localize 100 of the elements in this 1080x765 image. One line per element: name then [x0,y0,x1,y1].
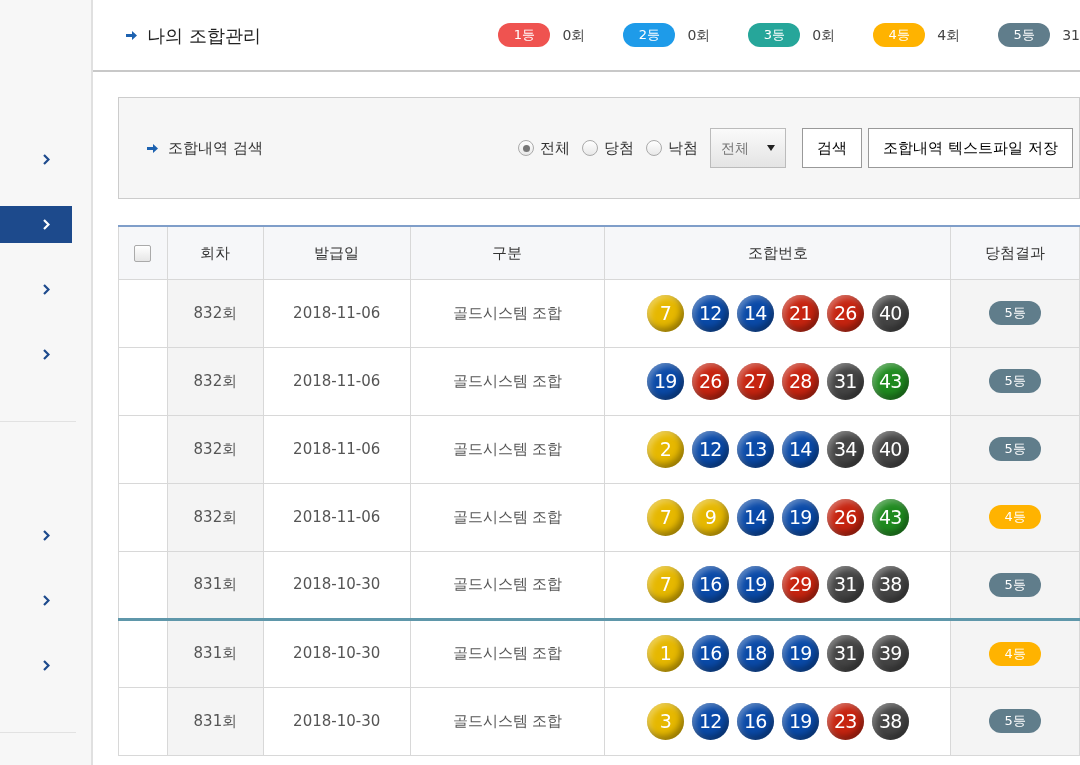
number-ball: 40 [871,430,909,468]
number-ball: 16 [691,635,729,672]
select-dropdown[interactable]: 전체 [710,128,787,168]
radio-button[interactable] [518,140,535,156]
number-ball: 16 [691,566,729,603]
column-header: 회차 [167,226,264,279]
result-badge: 5등 [989,572,1042,597]
caret-down-icon [767,145,776,151]
number-ball: 14 [736,294,774,332]
number-ball: 38 [871,566,909,603]
table-cell: 골드시스템 조합 [410,619,605,687]
table-cell: 832회 [167,279,264,347]
number-ball: 19 [736,566,774,603]
number-ball: 34 [826,430,864,468]
column-header: 발급일 [263,226,411,279]
number-ball: 19 [781,635,819,672]
result-badge: 4등 [989,641,1042,666]
arrow-right-icon [126,30,137,40]
number-ball: 31 [826,635,864,672]
number-ball: 28 [781,362,819,400]
rank-count: 4회 [937,25,961,45]
chevron-right-icon [43,284,50,295]
chevron-right-icon [43,349,50,360]
result-badge: 5등 [989,709,1042,733]
table-cell: 골드시스템 조합 [410,279,605,347]
radio-button[interactable] [582,140,599,156]
number-ball: 3 [646,702,684,740]
number-ball: 40 [871,294,909,332]
number-ball: 26 [826,294,864,332]
radio-label[interactable]: 전체 [540,136,571,160]
number-ball: 12 [691,430,729,468]
rank-count: 0회 [562,25,586,45]
number-ball: 13 [736,430,774,468]
number-ball: 39 [871,635,909,672]
table-cell: 831회 [167,619,264,687]
column-header: 구분 [410,226,605,279]
table-cell: 831회 [167,687,264,755]
table-cell: 2018-11-06 [263,279,411,347]
number-ball: 38 [871,702,909,740]
chevron-right-icon [43,154,50,165]
result-badge: 5등 [989,369,1042,393]
column-header: 당첨결과 [950,226,1080,279]
number-ball: 29 [781,566,819,603]
search-button[interactable]: 조합내역 텍스트파일 저장 [868,128,1073,168]
number-ball: 26 [691,362,729,400]
number-ball: 19 [646,362,684,400]
select-all-checkbox[interactable] [134,244,152,262]
number-ball: 21 [781,294,819,332]
radio-button[interactable] [646,140,663,156]
chevron-right-icon [43,660,50,671]
number-ball: 12 [691,294,729,332]
number-ball: 23 [826,702,864,740]
table-cell: 골드시스템 조합 [410,687,605,755]
table-cell: 2018-11-06 [263,347,411,415]
page-title: 나의 조합관리 [147,23,262,48]
search-label: 조합내역 검색 [168,137,263,159]
table-cell: 831회 [167,551,264,619]
table-cell: 2018-11-06 [263,415,411,483]
rank-badge: 2등 [623,23,676,47]
number-ball: 27 [736,362,774,400]
number-ball: 43 [871,498,909,536]
table-cell: 골드시스템 조합 [410,347,605,415]
chevron-right-icon [43,530,50,541]
table-cell: 832회 [167,347,264,415]
number-ball: 19 [781,702,819,740]
number-ball: 43 [871,362,909,400]
number-ball: 7 [646,498,684,536]
rank-badge: 3등 [748,23,801,47]
rank-badge: 1등 [498,23,551,47]
rank-badge: 4등 [873,23,926,47]
chevron-right-icon [43,219,50,230]
number-ball: 26 [826,498,864,536]
column-header: 조합번호 [604,226,951,279]
number-ball: 12 [691,702,729,740]
radio-label[interactable]: 당첨 [604,136,635,160]
number-ball: 9 [691,498,729,536]
result-badge: 4등 [989,505,1042,529]
number-ball: 18 [736,635,774,672]
sidebar-item[interactable] [0,206,72,243]
table-cell: 832회 [167,415,264,483]
number-ball: 1 [646,635,684,672]
arrow-right-icon [147,143,158,153]
number-ball: 7 [646,566,684,603]
number-ball: 31 [826,566,864,603]
search-button[interactable]: 검색 [802,128,863,168]
table-cell: 2018-10-30 [263,687,411,755]
rank-count: 31 [1062,25,1080,45]
result-badge: 5등 [989,301,1042,325]
chevron-right-icon [43,595,50,606]
result-badge: 5등 [989,437,1042,461]
table-cell: 2018-10-30 [263,619,411,687]
number-ball: 31 [826,362,864,400]
rank-count: 0회 [687,25,711,45]
number-ball: 14 [736,498,774,536]
number-ball: 14 [781,430,819,468]
rank-count: 0회 [812,25,836,45]
table-cell: 832회 [167,483,264,551]
table-cell: 골드시스템 조합 [410,415,605,483]
rank-badge: 5등 [998,23,1051,47]
radio-label[interactable]: 낙첨 [668,136,699,160]
